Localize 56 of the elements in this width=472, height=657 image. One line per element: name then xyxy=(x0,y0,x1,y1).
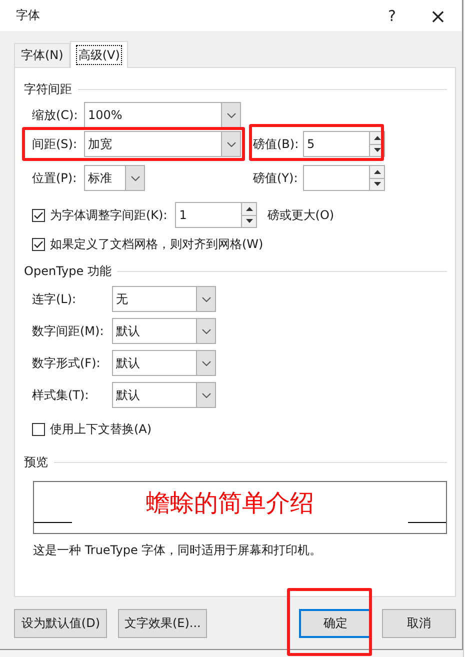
section-heading: OpenType 功能 xyxy=(24,262,112,280)
checkbox-label: 如果定义了文档网格，则对齐到网格(W) xyxy=(50,236,264,252)
spin-down-button[interactable] xyxy=(242,214,256,227)
dropdown[interactable]: 默认 xyxy=(112,350,216,376)
chevron-icon xyxy=(202,392,210,398)
checkbox[interactable] xyxy=(32,238,45,250)
close-button[interactable]: × xyxy=(415,0,461,31)
field-label: 间距(S): xyxy=(32,136,78,152)
checkbox[interactable] xyxy=(32,422,45,436)
spin-field[interactable] xyxy=(303,165,385,191)
tab[interactable]: 高级(V) xyxy=(70,41,128,68)
checkbox[interactable] xyxy=(32,208,45,222)
chevron-icon xyxy=(202,360,210,366)
checkbox-label: 使用上下文替换(A) xyxy=(50,420,152,438)
dropdown[interactable]: 加宽 xyxy=(84,131,241,157)
field-label: 位置(P): xyxy=(32,170,78,186)
preview-text: 蟾蜍的简单介绍 xyxy=(146,490,315,514)
down-triangle-icon xyxy=(374,148,380,152)
chevron-icon xyxy=(130,176,140,180)
field-label: 磅值(Y): xyxy=(253,170,299,186)
chevron-icon xyxy=(226,142,236,146)
section-heading: 预览 xyxy=(24,454,48,470)
dropdown[interactable]: 无 xyxy=(112,286,216,312)
up-triangle-icon xyxy=(246,206,253,211)
spin-field[interactable]: 5 xyxy=(303,131,385,157)
up-triangle-icon xyxy=(374,136,380,140)
chevron-icon xyxy=(202,296,210,302)
dialog-button[interactable]: 取消 xyxy=(382,609,456,638)
chevron-icon xyxy=(202,328,210,334)
spin-down-button[interactable] xyxy=(370,178,384,190)
field-label: 数字形式(F): xyxy=(32,354,102,372)
up-triangle-icon xyxy=(374,170,380,174)
field-label: 样式集(T): xyxy=(32,386,90,404)
dialog-button[interactable]: 文字效果(E)... xyxy=(118,609,207,638)
window-title: 字体 xyxy=(16,7,41,24)
chevron-icon xyxy=(226,112,236,118)
tab[interactable]: 字体(N) xyxy=(14,43,70,67)
font-description: 这是一种 TrueType 字体，同时适用于屏幕和打印机。 xyxy=(33,542,323,559)
section-heading: 字符间距 xyxy=(24,80,72,98)
dialog-button[interactable]: 设为默认值(D) xyxy=(14,609,108,638)
dropdown[interactable]: 标准 xyxy=(84,165,145,191)
dropdown[interactable]: 默认 xyxy=(112,382,216,408)
spin-up-button[interactable] xyxy=(242,203,256,214)
down-triangle-icon xyxy=(246,219,253,224)
checkbox-label: 为字体调整字间距(K): xyxy=(50,206,168,224)
field-label: 缩放(C): xyxy=(32,106,79,124)
field-label: 连字(L): xyxy=(32,290,78,308)
down-triangle-icon xyxy=(374,182,380,186)
dropdown[interactable]: 100% xyxy=(84,102,241,128)
field-label: 数字间距(M): xyxy=(32,322,105,340)
field-label: 磅值(B): xyxy=(253,136,300,152)
spin-field[interactable]: 1 xyxy=(175,202,258,228)
spin-up-button[interactable] xyxy=(370,166,384,178)
dropdown[interactable]: 默认 xyxy=(112,318,216,344)
help-button[interactable]: ? xyxy=(369,0,415,31)
unit-label: 磅或更大(O) xyxy=(267,206,334,224)
